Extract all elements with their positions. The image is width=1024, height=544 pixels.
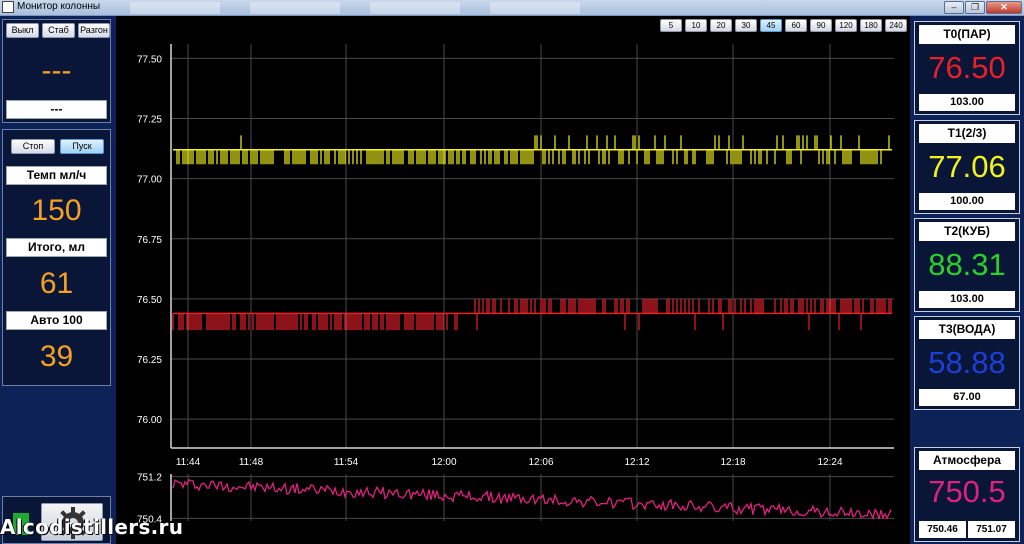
minimize-button[interactable]: – bbox=[944, 1, 964, 14]
pressure-value: 750.5 bbox=[928, 474, 1006, 509]
window-title: Монитор колонны bbox=[17, 1, 101, 12]
range-button-10[interactable]: 10 bbox=[685, 19, 707, 32]
sensor-card-t1: T1(2/3) 77.06 100.00 bbox=[914, 120, 1020, 214]
mode-value: --- bbox=[41, 54, 72, 87]
range-button-90[interactable]: 90 bbox=[810, 19, 832, 32]
x-tick-label: 11:48 bbox=[239, 457, 264, 468]
y-tick-label: 76.75 bbox=[137, 235, 162, 246]
range-button-120[interactable]: 120 bbox=[835, 19, 857, 32]
sensor-name: T1(2/3) bbox=[919, 124, 1015, 143]
series-spikes-1 bbox=[172, 298, 892, 331]
pressure-name: Атмосфера bbox=[919, 451, 1015, 470]
sensor-value: 77.06 bbox=[928, 149, 1006, 184]
app-window: Монитор колонны – ❐ ✕ Выкл Стаб Разгон -… bbox=[0, 0, 1024, 544]
background-tab bbox=[370, 2, 460, 14]
rate-value: 150 bbox=[31, 194, 82, 227]
sensor-value: 58.88 bbox=[928, 345, 1006, 380]
auto-value: 39 bbox=[39, 340, 74, 373]
x-tick-label: 12:12 bbox=[624, 457, 649, 468]
range-button-20[interactable]: 20 bbox=[710, 19, 732, 32]
range-button-60[interactable]: 60 bbox=[785, 19, 807, 32]
total-value: 61 bbox=[39, 267, 74, 300]
background-tab bbox=[490, 2, 580, 14]
y-tick-label: 77.50 bbox=[137, 54, 162, 65]
background-tab bbox=[130, 2, 220, 14]
start-button[interactable]: Пуск bbox=[60, 139, 104, 154]
x-tick-label: 12:00 bbox=[431, 457, 456, 468]
flow-panel: Стоп Пуск Темп мл/ч 150 Итого, мл 61 Авт… bbox=[2, 129, 111, 386]
watermark: Alcodistillers.ru bbox=[0, 515, 184, 539]
x-tick-label: 12:18 bbox=[720, 457, 745, 468]
sensor-setpoint: 67.00 bbox=[919, 389, 1015, 406]
mode-sub-value: --- bbox=[6, 100, 107, 119]
sensor-card-t3: T3(ВОДА) 58.88 67.00 bbox=[914, 316, 1020, 410]
range-button-45[interactable]: 45 bbox=[760, 19, 782, 32]
sensor-card-t0: T0(ПАР) 76.50 103.00 bbox=[914, 21, 1020, 115]
x-tick-label: 11:54 bbox=[334, 457, 359, 468]
sensor-name: T0(ПАР) bbox=[919, 25, 1015, 44]
mode-panel: Выкл Стаб Разгон --- --- bbox=[2, 19, 111, 123]
title-bar[interactable]: Монитор колонны – ❐ ✕ bbox=[0, 0, 1024, 16]
window-controls: – ❐ ✕ bbox=[944, 1, 1022, 14]
temperature-chart[interactable]: 77.50 77.25 77.00 76.75 76.50 76.25 76.00 11:44… bbox=[116, 16, 910, 544]
x-tick-label: 11:44 bbox=[176, 457, 201, 468]
y-tick-label: 77.25 bbox=[137, 115, 162, 126]
close-button[interactable]: ✕ bbox=[986, 1, 1022, 14]
range-button-240[interactable]: 240 bbox=[885, 19, 907, 32]
sensor-setpoint: 103.00 bbox=[919, 94, 1015, 111]
maximize-button[interactable]: ❐ bbox=[965, 1, 985, 14]
range-button-30[interactable]: 30 bbox=[735, 19, 757, 32]
pressure-card: Атмосфера 750.5 750.46 751.07 bbox=[914, 447, 1020, 542]
sensor-name: T3(ВОДА) bbox=[919, 320, 1015, 339]
mode-boost-button[interactable]: Разгон bbox=[78, 23, 110, 38]
range-button-180[interactable]: 180 bbox=[860, 19, 882, 32]
sensor-name: T2(КУБ) bbox=[919, 222, 1015, 241]
app-icon bbox=[2, 1, 14, 13]
sensor-card-t2: T2(КУБ) 88.31 103.00 bbox=[914, 218, 1020, 312]
range-selector: 5 10 20 30 45 60 90 120 180 240 bbox=[660, 19, 907, 32]
auto-label: Авто 100 bbox=[6, 311, 107, 330]
pressure-max: 751.07 bbox=[968, 521, 1015, 538]
range-button-5[interactable]: 5 bbox=[660, 19, 682, 32]
x-tick-label: 12:06 bbox=[528, 457, 553, 468]
y-tick-label: 76.50 bbox=[137, 295, 162, 306]
y-tick-label: 76.00 bbox=[137, 415, 162, 426]
total-label: Итого, мл bbox=[6, 238, 107, 257]
chart-panel: 77.50 77.25 77.00 76.75 76.50 76.25 76.00 11:44… bbox=[116, 16, 910, 544]
mode-off-button[interactable]: Выкл bbox=[6, 23, 39, 38]
y-tick-label: 751.2 bbox=[137, 473, 162, 484]
y-tick-label: 77.00 bbox=[137, 175, 162, 186]
pressure-series-line bbox=[172, 478, 892, 521]
rate-label: Темп мл/ч bbox=[6, 166, 107, 185]
stop-button[interactable]: Стоп bbox=[11, 139, 55, 154]
sensor-setpoint: 103.00 bbox=[919, 291, 1015, 308]
background-tab bbox=[250, 2, 340, 14]
y-tick-label: 76.25 bbox=[137, 355, 162, 366]
mode-stab-button[interactable]: Стаб bbox=[42, 23, 75, 38]
sensor-value: 76.50 bbox=[928, 50, 1006, 85]
sensor-setpoint: 100.00 bbox=[919, 193, 1015, 210]
sensor-value: 88.31 bbox=[928, 247, 1006, 282]
x-tick-label: 12:24 bbox=[817, 457, 842, 468]
pressure-min: 750.46 bbox=[919, 521, 966, 538]
